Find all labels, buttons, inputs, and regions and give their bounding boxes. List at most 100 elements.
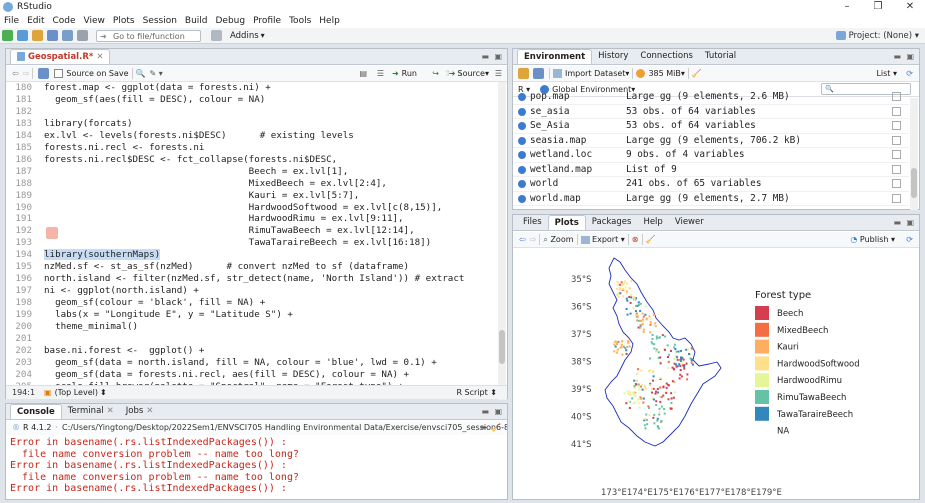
code-line[interactable]: 196 north.island <- filter(nzMed.sf, str_…	[6, 273, 495, 285]
rerun-icon[interactable]: ↪	[432, 69, 439, 78]
tab-viewer[interactable]: Viewer	[669, 215, 710, 230]
env-view-icon[interactable]	[892, 92, 901, 101]
code-line[interactable]: 182	[6, 106, 495, 118]
minimize-env-icon[interactable]: ▬	[893, 52, 901, 61]
env-row[interactable]: pop.map Large gg (9 elements, 2.6 MB)	[513, 90, 909, 105]
menu-view[interactable]: View	[80, 16, 109, 26]
tab-help[interactable]: Help	[637, 215, 668, 230]
close-tab-icon[interactable]: ✕	[96, 52, 103, 62]
tab-tutorial[interactable]: Tutorial	[699, 49, 742, 64]
tab-files[interactable]: Files	[517, 215, 548, 230]
prev-plot-icon[interactable]: ⇦	[519, 235, 526, 244]
code-line[interactable]: 202 base.ni.forest <- ggplot() +	[6, 345, 495, 357]
back-arrow-icon[interactable]: ⇦	[12, 69, 19, 78]
code-line[interactable]: 199 labs(x = "Longitude E", y = "Latitud…	[6, 309, 495, 321]
code-line[interactable]: 197 ni <- ggplot(north.island) +	[6, 285, 495, 297]
open-folder-icon[interactable]	[32, 30, 43, 41]
next-plot-icon[interactable]: ⇨	[530, 235, 537, 244]
env-row[interactable]: wetland.map List of 9	[513, 163, 909, 177]
menu-debug[interactable]: Debug	[212, 16, 250, 26]
save-file-icon[interactable]	[38, 68, 50, 79]
tab-environment[interactable]: Environment	[517, 49, 593, 64]
env-view-icon[interactable]	[892, 135, 901, 145]
code-line[interactable]: 203 geom_sf(data = north.island, fill = …	[6, 357, 495, 369]
menu-file[interactable]: File	[0, 16, 23, 26]
menu-tools[interactable]: Tools	[285, 16, 315, 26]
format-icon[interactable]: ☰	[377, 69, 384, 78]
tab-console[interactable]: Console	[10, 404, 62, 419]
search-icon[interactable]: 🔍	[136, 69, 146, 78]
code-line[interactable]: 193 TawaTaraireBeech = ex.lvl[16:18])	[6, 227, 495, 249]
save-icon[interactable]	[47, 30, 58, 41]
code-editor[interactable]: 180 forest.map <- ggplot(data = forests.n…	[6, 82, 495, 400]
menu-build[interactable]: Build	[181, 16, 212, 26]
scope-menu[interactable]: (Top Level)	[55, 386, 98, 399]
env-row[interactable]: world.map Large gg (9 elements, 2.7 MB)	[513, 192, 909, 206]
env-row[interactable]: world 241 obs. of 65 variables	[513, 177, 909, 192]
console-output[interactable]: Error in basename(.rs.listIndexedPackage…	[10, 437, 497, 495]
minimize-console-icon[interactable]: ▬	[481, 407, 489, 416]
tab-connections[interactable]: Connections	[634, 49, 699, 64]
env-row[interactable]: Se_Asia 53 obs. of 64 variables	[513, 119, 909, 134]
new-project-icon[interactable]	[17, 30, 28, 41]
code-line[interactable]: 201	[6, 333, 495, 345]
remove-plot-icon[interactable]: ⊗	[632, 235, 639, 244]
env-view-icon[interactable]	[892, 164, 901, 174]
maximize-plots-icon[interactable]: ▣	[906, 218, 914, 227]
menu-session[interactable]: Session	[139, 16, 181, 26]
addins-menu[interactable]: Addins	[230, 31, 259, 41]
env-view-icon[interactable]	[892, 179, 901, 188]
menu-help[interactable]: Help	[315, 16, 344, 26]
code-line[interactable]: 195 nzMed.sf <- st_as_sf(nzMed) # convert…	[6, 261, 495, 273]
save-workspace-icon[interactable]	[533, 68, 544, 79]
menu-profile[interactable]: Profile	[249, 16, 285, 26]
refresh-icon[interactable]: ⟳	[906, 69, 913, 78]
menu-edit[interactable]: Edit	[23, 16, 48, 26]
code-tools-icon[interactable]: ✎ ▾	[150, 69, 163, 78]
broom-icon[interactable]: 🧹	[692, 69, 702, 78]
code-line[interactable]: 189 Kauri = ex.lvl[5:7],	[6, 190, 495, 202]
code-line[interactable]: 181 geom_sf(aes(fill = DESC), colour = N…	[6, 94, 495, 106]
project-menu[interactable]: Project: (None) ▾	[835, 30, 919, 41]
save-all-icon[interactable]	[62, 30, 73, 41]
load-workspace-icon[interactable]	[518, 68, 529, 79]
list-view-menu[interactable]: List ▾	[876, 69, 897, 78]
code-line[interactable]: 186 forests.ni.recl$DESC <- fct_collapse(…	[6, 154, 495, 166]
env-row[interactable]: wetland.loc 9 obs. of 4 variables	[513, 148, 909, 163]
tab-packages[interactable]: Packages	[586, 215, 638, 230]
source-button[interactable]: ➜ Source ▾	[449, 69, 489, 78]
import-dataset-button[interactable]: Import Dataset ▾	[553, 69, 629, 78]
menu-code[interactable]: Code	[49, 16, 80, 26]
env-scrollbar[interactable]	[910, 98, 918, 210]
tab-plots[interactable]: Plots	[547, 215, 586, 230]
editor-scroll-thumb[interactable]	[499, 330, 505, 364]
code-line[interactable]: 191 HardwoodRimu = ex.lvl[9:11],	[6, 213, 495, 225]
code-line[interactable]: 188 MixedBeech = ex.lvl[2:4],	[6, 178, 495, 190]
code-line[interactable]: 184 ex.lvl <- levels(forests.ni$DESC) # e…	[6, 130, 495, 142]
tab-terminal[interactable]: Terminal ✕	[62, 404, 120, 419]
code-line[interactable]: 194 library(southernMaps)	[6, 249, 495, 261]
minimize-icon[interactable]: –	[832, 0, 862, 14]
code-line[interactable]: 200 theme_minimal()	[6, 321, 495, 333]
code-line[interactable]: 198 geom_sf(colour = 'black', fill = NA)…	[6, 297, 495, 309]
memory-usage[interactable]: 385 MiB ▾	[636, 69, 685, 78]
code-line[interactable]: 185 forests.ni.recl <- forests.ni	[6, 142, 495, 154]
tab-geospatial-r[interactable]: Geospatial.R* ✕	[10, 49, 111, 64]
code-line[interactable]: 192 RimuTawaBeech = ex.lvl[12:14],	[6, 225, 495, 237]
tab-history[interactable]: History	[592, 49, 634, 64]
menu-plots[interactable]: Plots	[109, 16, 139, 26]
source-on-save-checkbox[interactable]	[54, 69, 64, 78]
maximize-pane-icon[interactable]: ▣	[494, 52, 502, 61]
clear-plots-icon[interactable]: 🧹	[646, 235, 656, 244]
tab-jobs[interactable]: Jobs ✕	[120, 404, 160, 419]
zoom-button[interactable]: ⌕ Zoom	[543, 235, 573, 245]
goto-file-input[interactable]: ➜ Go to file/function	[96, 29, 201, 42]
new-file-icon[interactable]	[2, 30, 13, 41]
maximize-env-icon[interactable]: ▣	[906, 52, 914, 61]
code-line[interactable]: 204 geom_sf(data = forests.ni.recl, aes(…	[6, 369, 495, 381]
editor-scrollbar[interactable]	[498, 82, 506, 400]
close-terminal-icon[interactable]: ✕	[107, 406, 114, 416]
minimize-pane-icon[interactable]: ▬	[481, 52, 489, 61]
code-line[interactable]: 183 library(forcats)	[6, 118, 495, 130]
env-row[interactable]: seasia.map Large gg (9 elements, 706.2 kB…	[513, 134, 909, 148]
